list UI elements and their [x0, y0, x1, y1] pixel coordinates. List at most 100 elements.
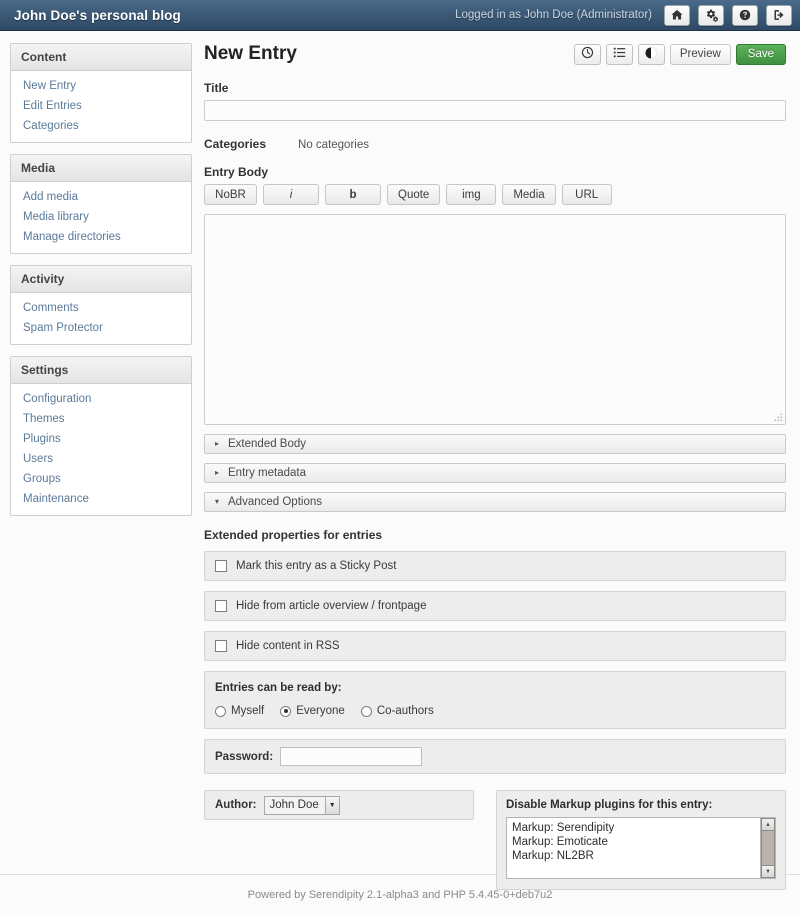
radio-everyone[interactable]: Everyone [280, 705, 345, 717]
entry-list-button[interactable] [605, 43, 633, 65]
home-button[interactable] [664, 4, 690, 26]
sticky-post-checkbox[interactable] [215, 560, 227, 572]
logout-button[interactable] [766, 4, 792, 26]
entry-body-wrapper [204, 214, 786, 425]
sidebar-item-users[interactable]: Users [11, 449, 191, 469]
accordion-label: Extended Body [228, 438, 307, 450]
sidebar-item-manage-directories[interactable]: Manage directories [11, 227, 191, 247]
title-input[interactable] [204, 100, 786, 121]
sidebar-item-groups[interactable]: Groups [11, 469, 191, 489]
configuration-button[interactable] [698, 4, 724, 26]
list-icon [613, 46, 626, 62]
markup-plugins-title: Disable Markup plugins for this entry: [506, 799, 713, 811]
chevron-right-icon: ▸ [215, 468, 220, 477]
markup-plugins-listbox[interactable]: Markup: Serendipity Markup: Emoticate Ma… [506, 817, 776, 879]
hide-rss-checkbox[interactable] [215, 640, 227, 652]
gears-icon [705, 9, 718, 22]
sidebar-item-themes[interactable]: Themes [11, 409, 191, 429]
option-label: Hide from article overview / frontpage [236, 600, 427, 612]
read-permissions-title: Entries can be read by: [215, 682, 342, 694]
contrast-toggle-button[interactable] [637, 43, 665, 65]
entry-body-textarea[interactable] [204, 214, 786, 425]
sidebar-item-spam-protector[interactable]: Spam Protector [11, 318, 191, 338]
option-hide-frontpage[interactable]: Hide from article overview / frontpage [204, 591, 786, 621]
listbox-scrollbar[interactable]: ▲ ▼ [760, 818, 775, 878]
radio-myself-indicator[interactable] [215, 705, 226, 717]
radio-myself[interactable]: Myself [215, 705, 264, 717]
scroll-down-icon[interactable]: ▼ [761, 865, 775, 878]
page-title: New Entry [204, 43, 297, 64]
markup-button-media[interactable]: Media [502, 184, 556, 205]
top-bar: John Doe's personal blog Logged in as Jo… [0, 0, 800, 31]
sidebar-group-title: Media [11, 155, 191, 182]
list-item[interactable]: Markup: Emoticate [512, 835, 760, 849]
sidebar-item-add-media[interactable]: Add media [11, 187, 191, 207]
option-hide-rss[interactable]: Hide content in RSS [204, 631, 786, 661]
scroll-up-icon[interactable]: ▲ [761, 818, 775, 831]
radio-everyone-indicator[interactable] [280, 705, 292, 717]
password-input[interactable] [280, 747, 423, 766]
list-item[interactable]: Markup: Serendipity [512, 821, 760, 835]
option-label: Hide content in RSS [236, 640, 340, 652]
radio-label: Myself [231, 705, 265, 717]
author-select[interactable]: John Doe ▼ [263, 795, 340, 815]
site-title: John Doe's personal blog [14, 7, 181, 23]
sidebar-group-content: Content New Entry Edit Entries Categorie… [10, 43, 192, 143]
sidebar-item-edit-entries[interactable]: Edit Entries [11, 96, 191, 116]
chevron-right-icon: ▸ [215, 439, 220, 448]
save-button[interactable]: Save [735, 43, 786, 65]
help-icon [739, 9, 751, 21]
categories-row: Categories No categories [204, 137, 786, 151]
radio-co-authors-indicator[interactable] [360, 705, 372, 717]
markup-button-img[interactable]: img [446, 184, 497, 205]
entry-action-toolbar: Preview Save [573, 43, 786, 65]
read-permissions-box: Entries can be read by: Myself Everyone … [204, 671, 786, 729]
markup-toolbar: NoBR i b Quote img Media URL [204, 184, 786, 205]
sidebar-group-title: Settings [11, 357, 191, 384]
sidebar-group-title: Content [11, 44, 191, 71]
chevron-down-icon: ▾ [215, 497, 220, 506]
markup-button-quote[interactable]: Quote [387, 184, 441, 205]
sidebar-group-body: Add media Media library Manage directori… [11, 182, 191, 253]
sidebar-item-maintenance[interactable]: Maintenance [11, 489, 191, 509]
markup-button-italic[interactable]: i [263, 184, 319, 205]
author-box: Author: John Doe ▼ [204, 790, 474, 820]
password-box: Password: [204, 739, 786, 774]
markup-button-bold[interactable]: b [325, 184, 381, 205]
radio-co-authors[interactable]: Co-authors [360, 705, 434, 717]
main-header: New Entry Preview Save [204, 43, 786, 65]
bottom-row: Author: John Doe ▼ Disable Markup plugin… [204, 790, 786, 890]
categories-value: No categories [298, 139, 369, 151]
main-content: New Entry Preview Save Title Categories … [192, 43, 790, 890]
chevron-down-icon: ▼ [324, 796, 339, 814]
top-bar-right: Logged in as John Doe (Administrator) [455, 4, 792, 26]
sidebar-group-settings: Settings Configuration Themes Plugins Us… [10, 356, 192, 516]
author-select-value: John Doe [269, 799, 319, 811]
list-item[interactable]: Markup: NL2BR [512, 849, 760, 863]
schedule-button[interactable] [573, 43, 601, 65]
page-shell: Content New Entry Edit Entries Categorie… [0, 31, 800, 890]
sidebar-item-configuration[interactable]: Configuration [11, 389, 191, 409]
sidebar-item-categories[interactable]: Categories [11, 116, 191, 136]
sidebar-item-plugins[interactable]: Plugins [11, 429, 191, 449]
accordion-extended-body[interactable]: ▸ Extended Body [204, 434, 786, 454]
option-sticky-post[interactable]: Mark this entry as a Sticky Post [204, 551, 786, 581]
sidebar-group-media: Media Add media Media library Manage dir… [10, 154, 192, 254]
markup-button-url[interactable]: URL [561, 184, 612, 205]
accordion-advanced-options[interactable]: ▾ Advanced Options [204, 492, 786, 512]
option-label: Mark this entry as a Sticky Post [236, 560, 397, 572]
hide-frontpage-checkbox[interactable] [215, 600, 227, 612]
markup-button-nobr[interactable]: NoBR [204, 184, 257, 205]
password-label: Password: [215, 750, 274, 763]
accordion-entry-metadata[interactable]: ▸ Entry metadata [204, 463, 786, 483]
sidebar-item-comments[interactable]: Comments [11, 298, 191, 318]
title-label: Title [204, 81, 229, 95]
sidebar-item-new-entry[interactable]: New Entry [11, 76, 191, 96]
entry-body-label: Entry Body [204, 165, 269, 179]
sidebar-item-media-library[interactable]: Media library [11, 207, 191, 227]
help-button[interactable] [732, 4, 758, 26]
markup-plugins-items: Markup: Serendipity Markup: Emoticate Ma… [507, 818, 760, 878]
preview-button[interactable]: Preview [669, 43, 731, 65]
scrollbar-thumb[interactable] [761, 831, 775, 865]
sidebar-group-body: New Entry Edit Entries Categories [11, 71, 191, 142]
